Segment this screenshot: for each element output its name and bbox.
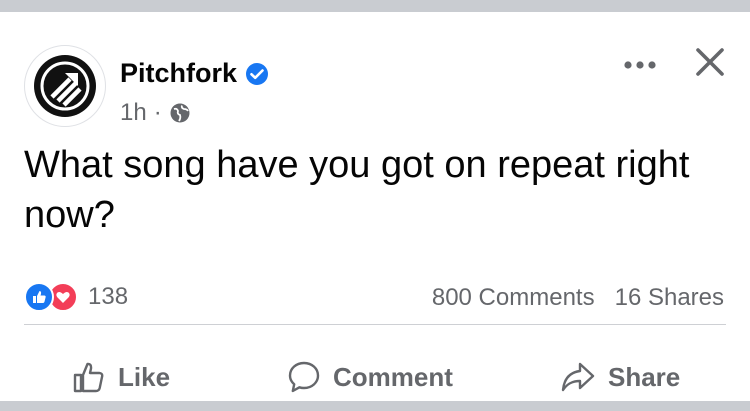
globe-icon <box>170 103 190 123</box>
share-button[interactable]: Share <box>560 352 680 402</box>
post-text: What song have you got on repeat right n… <box>24 144 690 236</box>
post-timestamp[interactable]: 1h <box>120 99 147 127</box>
share-arrow-icon <box>561 362 595 392</box>
engagement-counts: 800 Comments 16 Shares <box>432 284 724 312</box>
more-options-button[interactable] <box>616 50 664 80</box>
page-name-label[interactable]: Pitchfork <box>120 58 237 89</box>
like-button[interactable]: Like <box>72 352 170 402</box>
divider <box>24 324 726 325</box>
page-name[interactable]: Pitchfork <box>120 58 269 89</box>
like-label[interactable]: Like <box>118 362 170 393</box>
post-meta: 1h · <box>120 99 191 127</box>
more-dots-icon <box>624 61 656 69</box>
shares-count[interactable]: 16 Shares <box>615 284 724 312</box>
post-card: Pitchfork 1h · What song have you got on… <box>0 12 750 401</box>
reactions-summary[interactable]: 138 <box>24 282 128 312</box>
page-avatar[interactable] <box>24 45 106 127</box>
comment-label[interactable]: Comment <box>333 362 453 393</box>
close-icon <box>696 48 724 76</box>
comment-bubble-icon <box>288 361 320 393</box>
like-reaction-icon <box>24 282 54 312</box>
thumbs-up-icon <box>73 362 104 393</box>
pitchfork-logo-icon <box>34 55 96 117</box>
share-label[interactable]: Share <box>608 362 680 393</box>
meta-separator: · <box>153 99 162 126</box>
verified-badge-icon <box>246 62 269 85</box>
close-button[interactable] <box>688 40 732 84</box>
comments-count[interactable]: 800 Comments <box>432 284 595 312</box>
reaction-count[interactable]: 138 <box>88 283 128 311</box>
comment-button[interactable]: Comment <box>287 352 453 402</box>
